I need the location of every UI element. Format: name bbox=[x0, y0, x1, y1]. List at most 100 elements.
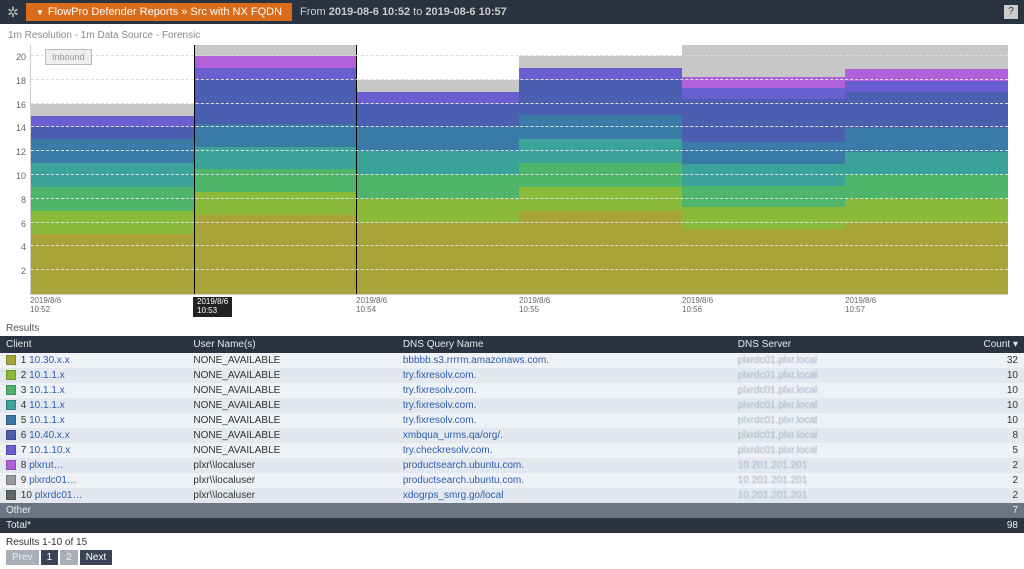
bar-segment bbox=[357, 80, 520, 92]
bar-segment bbox=[31, 211, 194, 235]
bar-segment bbox=[682, 229, 845, 294]
bar-segment bbox=[682, 207, 845, 229]
app-icon[interactable]: ✲ bbox=[0, 4, 26, 21]
y-tick: 18 bbox=[16, 76, 26, 86]
bar-segment bbox=[682, 45, 845, 77]
table-header[interactable]: ClientUser Name(s)DNS Query NameDNS Serv… bbox=[0, 336, 1024, 353]
help-icon[interactable]: ? bbox=[1004, 5, 1018, 19]
table-row[interactable]: 2 10.1.1.xNONE_AVAILABLEtry.fixresolv.co… bbox=[0, 368, 1024, 383]
bar-segment bbox=[845, 175, 1008, 199]
footer: Results 1-10 of 15 Prev 1 2 Next bbox=[0, 533, 1024, 569]
results-summary: Results 1-10 of 15 bbox=[6, 537, 1018, 548]
bar-segment bbox=[845, 223, 1008, 294]
y-axis: 2468101214161820 bbox=[6, 45, 30, 295]
table-row[interactable]: 6 10.40.x.xNONE_AVAILABLExmbqua_urms.qa/… bbox=[0, 428, 1024, 443]
bar-segment bbox=[845, 199, 1008, 223]
table-row[interactable]: 3 10.1.1.xNONE_AVAILABLEtry.fixresolv.co… bbox=[0, 383, 1024, 398]
chart-panel: 1m Resolution - 1m Data Source - Forensi… bbox=[0, 24, 1024, 317]
bar-segment bbox=[519, 56, 682, 68]
bar-column[interactable] bbox=[519, 45, 682, 294]
bar-segment bbox=[31, 139, 194, 163]
results-table: ClientUser Name(s)DNS Query NameDNS Serv… bbox=[0, 336, 1024, 533]
y-tick: 4 bbox=[21, 242, 26, 252]
bar-segment bbox=[682, 186, 845, 208]
bar-column[interactable] bbox=[682, 45, 845, 294]
row-other[interactable]: Other7 bbox=[0, 503, 1024, 518]
pager: Prev 1 2 Next bbox=[6, 550, 1018, 565]
bar-segment bbox=[357, 199, 520, 223]
bar-segment bbox=[357, 127, 520, 151]
legend-toggle[interactable]: Inbound bbox=[45, 49, 92, 65]
x-tick: 2019/8/610:54 bbox=[356, 295, 519, 317]
bar-segment bbox=[194, 215, 357, 294]
table-row[interactable]: 9 plxrdc01…plxr\\localuserproductsearch.… bbox=[0, 473, 1024, 488]
page-2-button[interactable]: 2 bbox=[60, 550, 78, 565]
bar-segment bbox=[845, 45, 1008, 69]
bar-segment bbox=[845, 128, 1008, 152]
col-header[interactable]: DNS Query Name bbox=[397, 336, 732, 353]
results-heading: Results bbox=[0, 317, 1024, 336]
bar-segment bbox=[682, 99, 845, 142]
y-tick: 16 bbox=[16, 100, 26, 110]
table-row[interactable]: 8 plxrut…plxr\\localuserproductsearch.ub… bbox=[0, 458, 1024, 473]
col-header[interactable]: DNS Server bbox=[732, 336, 926, 353]
bar-segment bbox=[682, 88, 845, 99]
x-tick: 2019/8/610:53 bbox=[193, 295, 356, 317]
bar-segment bbox=[31, 104, 194, 116]
col-header[interactable]: User Name(s) bbox=[187, 336, 396, 353]
bar-segment bbox=[357, 151, 520, 175]
bar-segment bbox=[519, 187, 682, 211]
bar-column[interactable] bbox=[357, 45, 520, 294]
time-range[interactable]: From 2019-08-6 10:52 to 2019-08-6 10:57 bbox=[300, 6, 507, 18]
x-tick: 2019/8/610:57 bbox=[845, 295, 1008, 317]
bar-segment bbox=[194, 169, 357, 192]
y-tick: 12 bbox=[16, 147, 26, 157]
col-header[interactable]: Client bbox=[0, 336, 187, 353]
bar-segment bbox=[194, 124, 357, 147]
page-1-button[interactable]: 1 bbox=[41, 550, 59, 565]
y-tick: 2 bbox=[21, 266, 26, 276]
bar-column[interactable] bbox=[845, 45, 1008, 294]
x-tick: 2019/8/610:52 bbox=[30, 295, 193, 317]
bar-segment bbox=[845, 81, 1008, 93]
bar-segment bbox=[31, 234, 194, 294]
bar-segment bbox=[357, 175, 520, 199]
y-tick: 14 bbox=[16, 123, 26, 133]
chart-area[interactable]: Inbound bbox=[30, 45, 1008, 295]
bar-column[interactable] bbox=[31, 45, 194, 294]
bar-segment bbox=[519, 139, 682, 163]
x-tick: 2019/8/610:56 bbox=[682, 295, 845, 317]
breadcrumb[interactable]: ▼ FlowPro Defender Reports » Src with NX… bbox=[26, 3, 292, 21]
bar-segment bbox=[194, 56, 357, 67]
bar-column[interactable] bbox=[194, 45, 357, 294]
bar-segment bbox=[519, 163, 682, 187]
top-bar: ✲ ▼ FlowPro Defender Reports » Src with … bbox=[0, 0, 1024, 24]
y-tick: 10 bbox=[16, 171, 26, 181]
bar-segment bbox=[682, 142, 845, 164]
next-button[interactable]: Next bbox=[80, 550, 113, 565]
breadcrumb-text: FlowPro Defender Reports » Src with NX F… bbox=[48, 6, 282, 18]
bar-segment bbox=[194, 68, 357, 79]
y-tick: 6 bbox=[21, 219, 26, 229]
table-row[interactable]: 5 10.1.1.xNONE_AVAILABLEtry.fixresolv.co… bbox=[0, 413, 1024, 428]
table-row[interactable]: 7 10.1.10.xNONE_AVAILABLEtry.checkresolv… bbox=[0, 443, 1024, 458]
prev-button[interactable]: Prev bbox=[6, 550, 39, 565]
table-row[interactable]: 4 10.1.1.xNONE_AVAILABLEtry.fixresolv.co… bbox=[0, 398, 1024, 413]
bar-segment bbox=[31, 187, 194, 211]
bar-segment bbox=[194, 192, 357, 215]
bar-segment bbox=[31, 163, 194, 187]
bar-segment bbox=[519, 211, 682, 294]
table-row[interactable]: 10 plxrdc01…plxr\\localuserxdogrps_smrg.… bbox=[0, 488, 1024, 503]
x-axis: 2019/8/610:522019/8/610:532019/8/610:542… bbox=[30, 295, 1008, 317]
bar-segment bbox=[845, 92, 1008, 128]
y-tick: 20 bbox=[16, 52, 26, 62]
bar-segment bbox=[519, 80, 682, 116]
row-total: Total*98 bbox=[0, 518, 1024, 533]
chevron-down-icon: ▼ bbox=[36, 8, 44, 17]
x-tick: 2019/8/610:55 bbox=[519, 295, 682, 317]
bar-segment bbox=[357, 104, 520, 128]
bar-segment bbox=[519, 115, 682, 139]
bar-segment bbox=[845, 152, 1008, 176]
table-row[interactable]: 1 10.30.x.xNONE_AVAILABLEbbbbb.s3.rrrrm.… bbox=[0, 353, 1024, 368]
col-header[interactable]: Count ▾ bbox=[926, 336, 1024, 353]
